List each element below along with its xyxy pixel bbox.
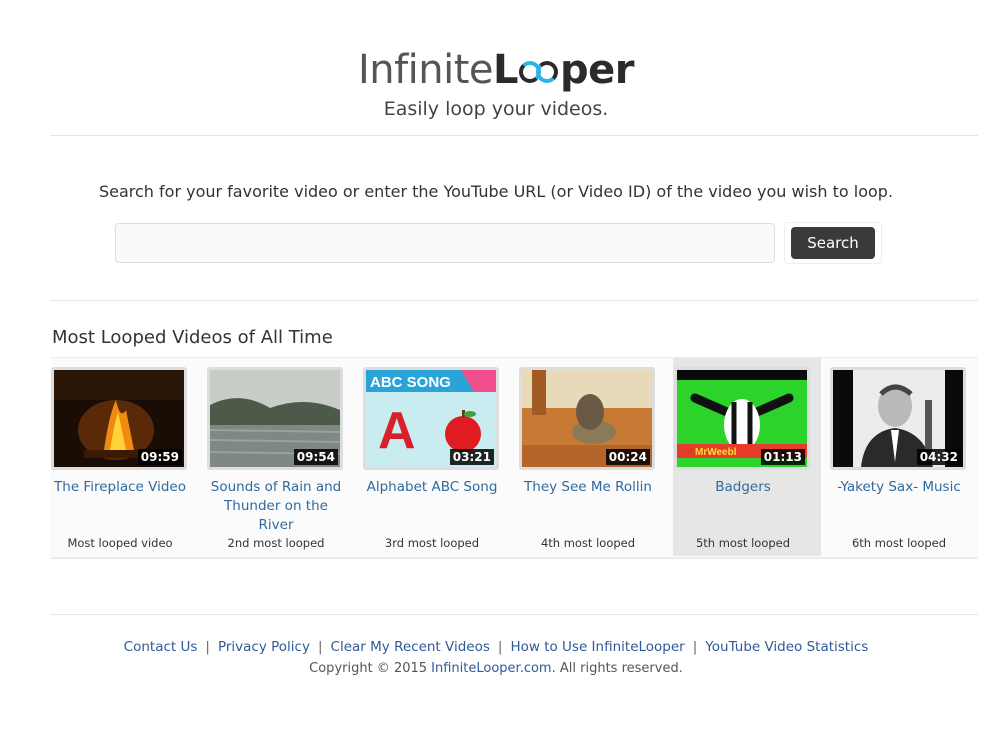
video-rank: 2nd most looped [227,536,325,550]
video-card[interactable]: 09:59 The Fireplace Video Most looped vi… [50,358,198,556]
video-title-link[interactable]: -Yakety Sax- Music [829,478,969,497]
video-duration: 04:32 [916,449,961,465]
footer-separator: | [497,639,503,655]
video-duration: 01:13 [760,449,805,465]
footer-separator: | [317,639,323,655]
video-card[interactable]: ABC SONG A 03:21 Alphabet ABC Song 3rd m… [362,358,510,556]
loop-rings-icon [519,59,559,85]
video-thumbnail[interactable]: 09:54 [207,367,343,470]
video-thumbnail[interactable]: ABC SONG A 03:21 [363,367,499,470]
video-title-link[interactable]: The Fireplace Video [50,478,190,497]
svg-text:A: A [378,402,416,460]
video-rank: 6th most looped [851,536,947,550]
video-thumbnail[interactable]: 00:24 [519,367,655,470]
video-rank: Most looped video [67,536,173,550]
video-card[interactable]: 09:54 Sounds of Rain and Thunder on the … [206,358,354,556]
site-logo[interactable]: InfiniteL per [0,46,992,96]
logo-text-l: L [493,47,519,93]
footer-separator: | [692,639,698,655]
video-rank: 5th most looped [695,536,791,550]
divider [50,614,978,615]
video-duration: 09:59 [137,449,182,465]
video-thumbnail[interactable]: MrWeebl 01:13 [674,367,810,470]
search-instructions: Search for your favorite video or enter … [98,182,894,201]
video-title-link[interactable]: Alphabet ABC Song [362,478,502,497]
logo-text-infinite: Infinite [357,47,494,93]
copyright-prefix: Copyright © 2015 [309,661,432,676]
footer-link-clear-recent[interactable]: Clear My Recent Videos [331,639,490,655]
video-duration: 03:21 [449,449,494,465]
most-looped-heading: Most Looped Videos of All Time [52,327,333,348]
video-card[interactable]: 04:32 -Yakety Sax- Music 6th most looped [829,358,977,556]
divider [50,300,978,301]
logo-text-per: per [560,47,635,93]
video-title-link[interactable]: They See Me Rollin [518,478,658,497]
copyright-site-link[interactable]: InfiniteLooper.com [431,661,551,676]
video-thumbnail[interactable]: 04:32 [830,367,966,470]
copyright-suffix: . All rights reserved. [551,661,683,676]
video-title-link[interactable]: Badgers [673,478,813,497]
footer-link-how-to[interactable]: How to Use InfiniteLooper [510,639,684,655]
video-thumbnail[interactable]: 09:59 [51,367,187,470]
search-button-wrapper: Search [784,222,882,264]
most-looped-list: 09:59 The Fireplace Video Most looped vi… [50,357,978,559]
copyright: Copyright © 2015 InfiniteLooper.com. All… [0,661,992,676]
search-button[interactable]: Search [791,227,875,259]
footer-links: Contact Us | Privacy Policy | Clear My Recen… [0,639,992,655]
footer-link-statistics[interactable]: YouTube Video Statistics [705,639,868,655]
video-card[interactable]: MrWeebl 01:13 Badgers 5th most looped [673,358,821,556]
footer-separator: | [205,639,210,655]
tagline: Easily loop your videos. [383,98,609,120]
video-rank: 3rd most looped [384,536,480,550]
video-title-link[interactable]: Sounds of Rain and Thunder on the River [206,478,346,535]
footer-link-privacy[interactable]: Privacy Policy [218,639,310,655]
video-card[interactable]: 00:24 They See Me Rollin 4th most looped [518,358,666,556]
abc-song-thumbnail-text: ABC SONG [370,374,451,391]
divider [50,135,978,136]
video-duration: 00:24 [605,449,650,465]
video-duration: 09:54 [293,449,338,465]
video-rank: 4th most looped [540,536,636,550]
search-input[interactable] [115,223,775,263]
footer-link-contact[interactable]: Contact Us [124,639,198,655]
badger-thumbnail-text: MrWeebl [695,447,737,458]
